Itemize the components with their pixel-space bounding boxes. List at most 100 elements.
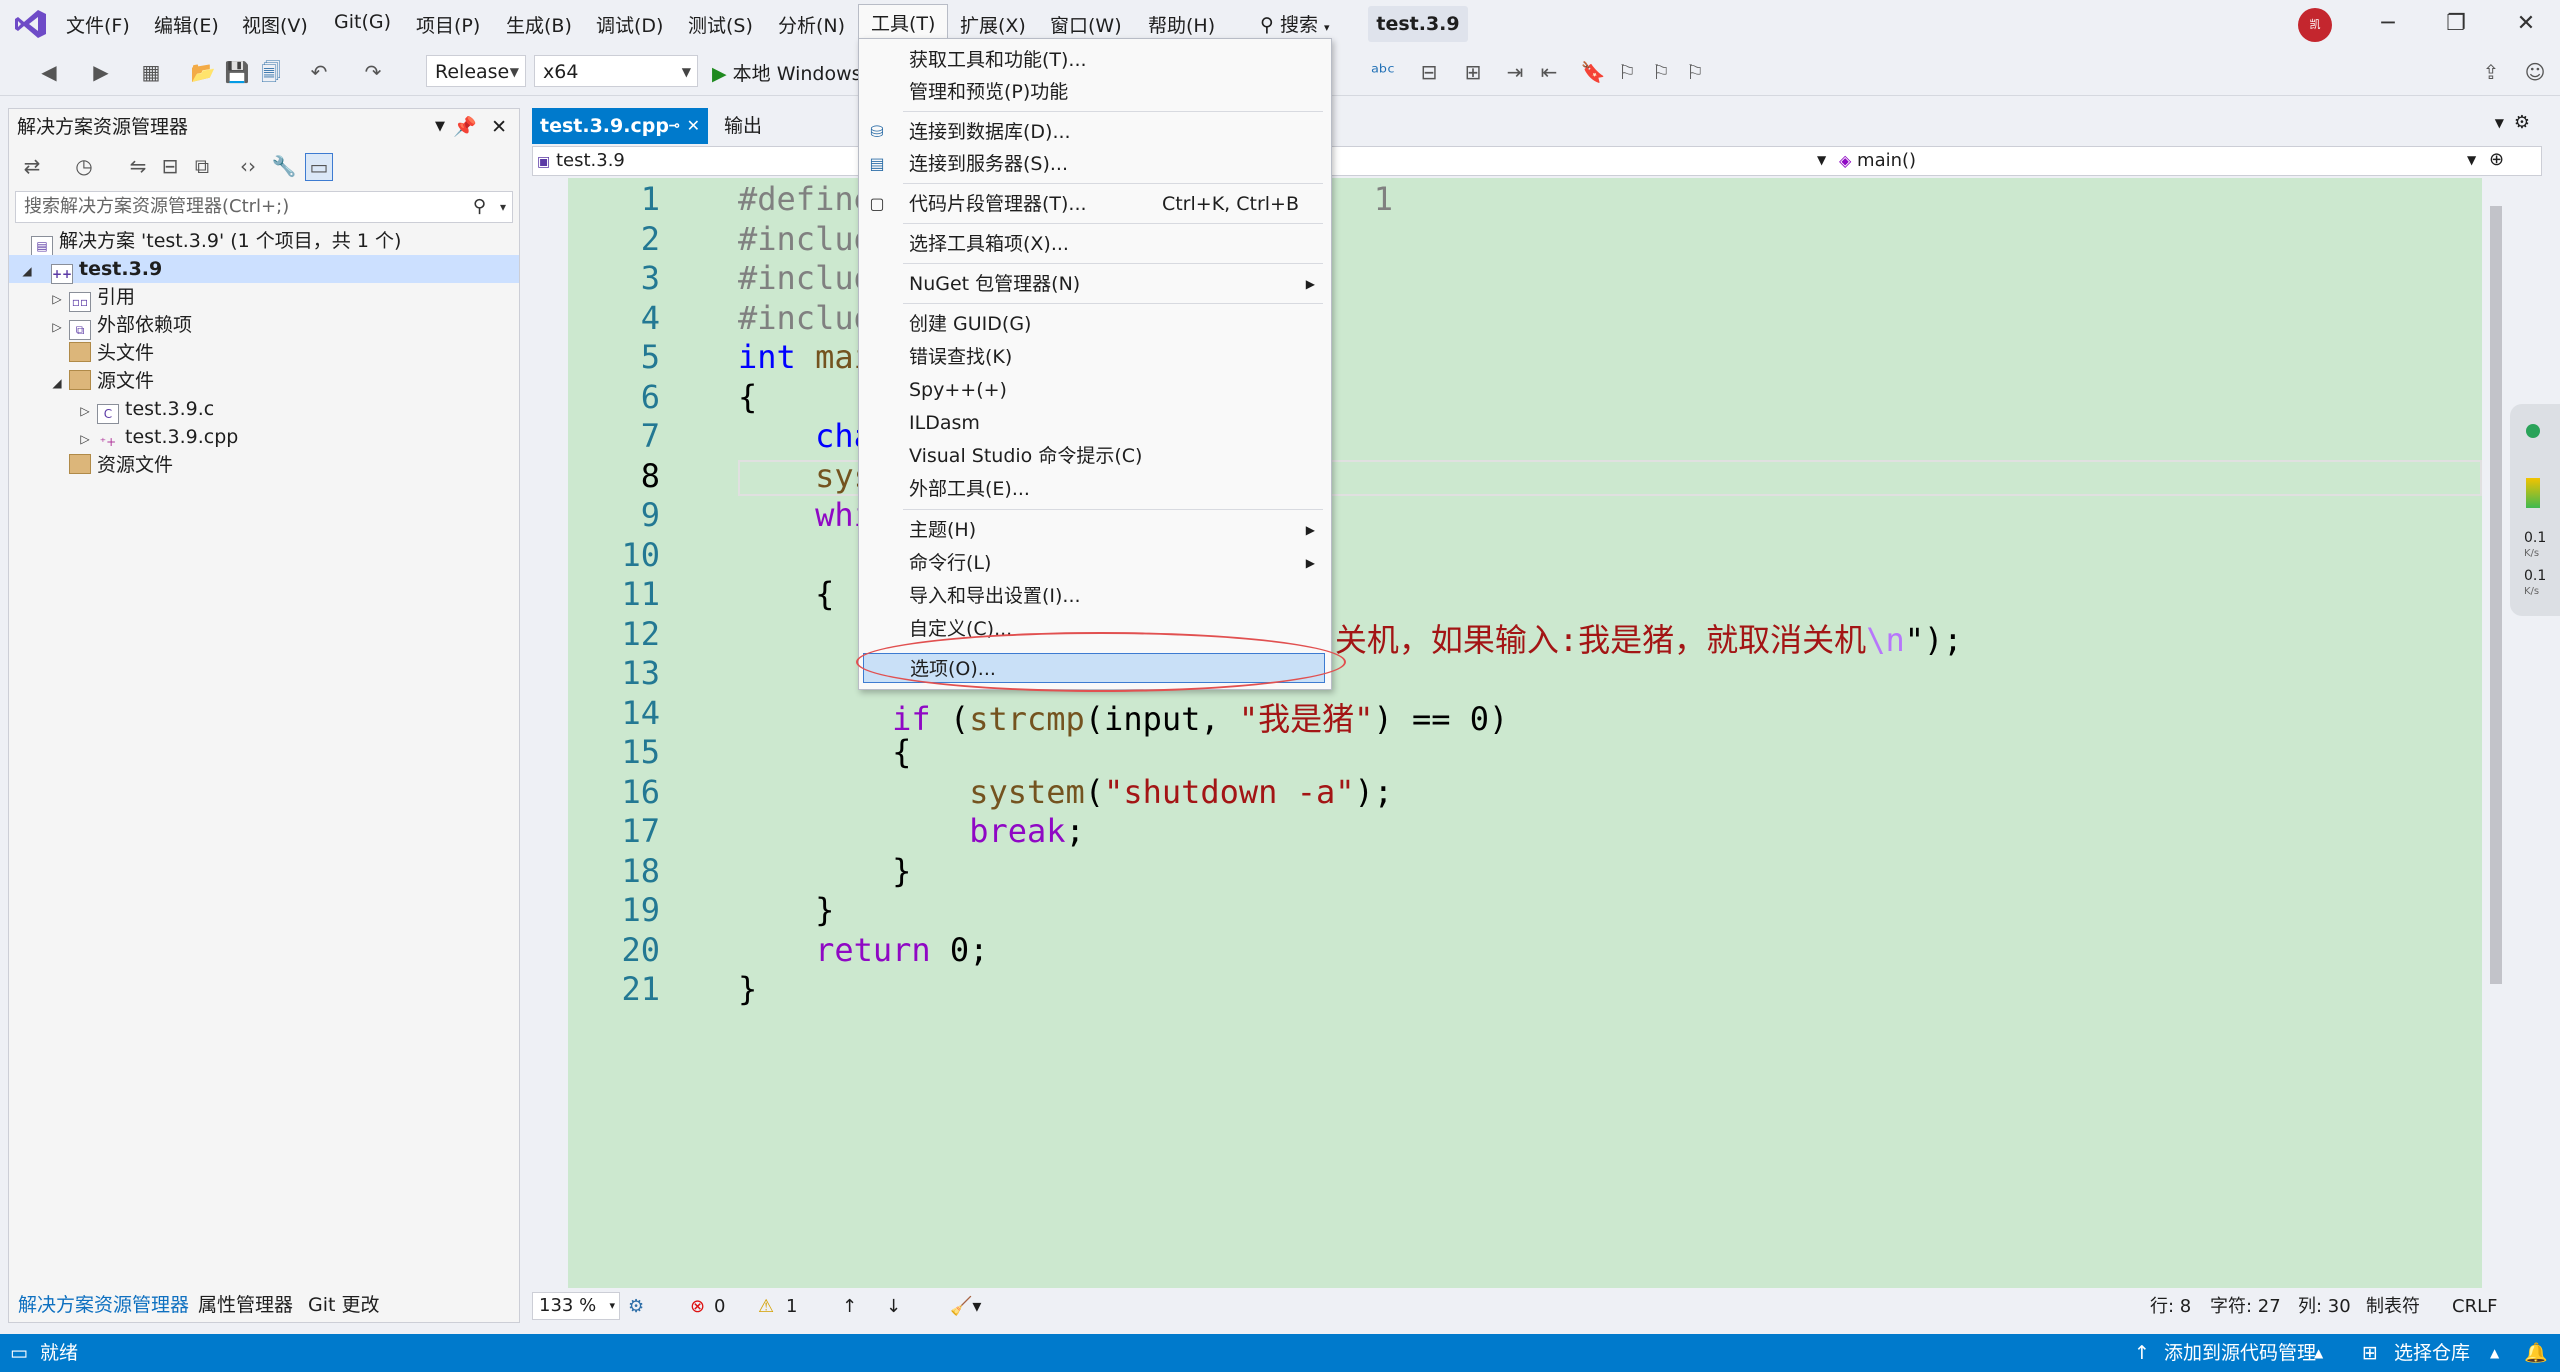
expanded-arrow-icon[interactable]: ◢ bbox=[49, 369, 65, 397]
menu-item-error-lookup[interactable]: 错误查找(K) bbox=[859, 342, 1329, 372]
menu-git[interactable]: Git(G) bbox=[334, 11, 391, 33]
tree-external-deps[interactable]: ▷ ⧉ 外部依赖项 bbox=[9, 311, 519, 341]
tree-file-c[interactable]: ▷ Ctest.3.9.c bbox=[9, 395, 519, 425]
pin-icon[interactable]: ⊸ bbox=[668, 108, 680, 144]
chevron-down-icon[interactable]: ▼ bbox=[2495, 116, 2504, 130]
arrow-up-icon[interactable]: ↑ bbox=[842, 1292, 857, 1322]
format-icon[interactable]: ⊟ bbox=[1416, 59, 1442, 85]
tree-references[interactable]: ▷ ▫▫ 引用 bbox=[9, 283, 519, 312]
collapsed-arrow-icon[interactable]: ▷ bbox=[49, 313, 65, 341]
tree-resource-files[interactable]: 资源文件 bbox=[9, 451, 519, 479]
scrollbar-thumb[interactable] bbox=[2490, 206, 2502, 984]
history-icon[interactable]: ◷ bbox=[71, 153, 97, 179]
collapse-all-icon[interactable]: ⊟ bbox=[157, 153, 183, 179]
tree-project[interactable]: ◢ ++ test.3.9 bbox=[9, 255, 519, 285]
tab-git-changes[interactable]: Git 更改 bbox=[308, 1290, 380, 1317]
collapsed-arrow-icon[interactable]: ▷ bbox=[77, 397, 93, 425]
gear-icon[interactable]: ⚙ bbox=[2514, 112, 2530, 133]
minimize-icon[interactable]: ─ bbox=[2368, 8, 2408, 40]
menu-item-get-tools[interactable]: 获取工具和功能(T)... bbox=[859, 45, 1329, 75]
format-icon[interactable]: ⊞ bbox=[1460, 59, 1486, 85]
redo-icon[interactable]: ↷ bbox=[360, 59, 386, 85]
eol-indicator[interactable]: CRLF bbox=[2452, 1292, 2497, 1322]
error-icon[interactable]: ⊗ bbox=[690, 1292, 705, 1322]
cleanup-icon[interactable]: 🧹▾ bbox=[950, 1292, 981, 1322]
close-icon[interactable]: ✕ bbox=[491, 109, 507, 145]
show-all-files-icon[interactable]: ⧉ bbox=[189, 153, 215, 179]
menu-tools[interactable]: 工具(T) bbox=[858, 4, 949, 42]
solution-search-input[interactable]: 搜索解决方案资源管理器(Ctrl+;) ⚲ ▾ bbox=[15, 191, 513, 223]
forward-icon[interactable]: ▶ bbox=[88, 59, 114, 85]
add-source-control-button[interactable]: 添加到源代码管理 bbox=[2164, 1334, 2316, 1372]
new-project-icon[interactable]: ▦ bbox=[138, 59, 164, 85]
run-button[interactable]: ▶ 本地 Windows bbox=[712, 59, 862, 86]
undo-icon[interactable]: ↶ bbox=[306, 59, 332, 85]
tab-test-cpp[interactable]: test.3.9.cpp ⊸ ✕ bbox=[532, 108, 708, 144]
code-icon[interactable]: ‹› bbox=[235, 153, 261, 179]
menu-item-connect-database[interactable]: ⛁ 连接到数据库(D)... bbox=[859, 117, 1329, 147]
feedback-icon[interactable]: ☺ bbox=[2522, 59, 2548, 85]
tree-source-files[interactable]: ◢ 源文件 bbox=[9, 367, 519, 395]
health-icon[interactable]: ⚙ bbox=[628, 1292, 644, 1322]
zoom-select[interactable]: 133 % ▾ bbox=[532, 1292, 620, 1320]
vertical-scrollbar[interactable] bbox=[2486, 178, 2506, 1288]
menu-help[interactable]: 帮助(H) bbox=[1148, 11, 1215, 38]
restore-icon[interactable]: ❐ bbox=[2436, 8, 2476, 40]
outdent-icon[interactable]: ⇤ bbox=[1536, 59, 1562, 85]
menu-edit[interactable]: 编辑(E) bbox=[154, 11, 219, 38]
chevron-down-icon[interactable]: ▼ bbox=[2467, 153, 2476, 167]
menu-item-connect-server[interactable]: ▤ 连接到服务器(S)... bbox=[859, 149, 1329, 179]
chevron-down-icon[interactable]: ▼ bbox=[435, 109, 445, 145]
clear-bookmark-icon[interactable]: ⚐ bbox=[1682, 59, 1708, 85]
configuration-select[interactable]: Release ▼ bbox=[426, 55, 526, 87]
select-repo-button[interactable]: 选择仓库 bbox=[2394, 1334, 2470, 1372]
open-folder-icon[interactable]: 📂 bbox=[190, 59, 216, 85]
collapsed-arrow-icon[interactable]: ▷ bbox=[77, 425, 93, 453]
close-icon[interactable]: ✕ bbox=[687, 108, 700, 144]
menu-item-external-tools[interactable]: 外部工具(E)... bbox=[859, 474, 1329, 504]
menu-item-snippet-manager[interactable]: ▢ 代码片段管理器(T)... Ctrl+K, Ctrl+B bbox=[859, 189, 1329, 219]
search-box[interactable]: ⚲ 搜索 ▾ bbox=[1260, 10, 1330, 37]
tree-header-files[interactable]: 头文件 bbox=[9, 339, 519, 367]
menu-item-command-line[interactable]: 命令行(L) ▶ bbox=[859, 548, 1329, 578]
avatar[interactable]: 凯 bbox=[2298, 8, 2332, 42]
notification-icon[interactable]: 🔔 bbox=[2524, 1334, 2548, 1372]
tab-solution-explorer[interactable]: 解决方案资源管理器 bbox=[18, 1290, 189, 1317]
bookmark-icon[interactable]: 🔖 bbox=[1580, 59, 1606, 85]
wrench-icon[interactable]: 🔧 bbox=[271, 153, 297, 179]
menu-analyze[interactable]: 分析(N) bbox=[778, 11, 845, 38]
save-icon[interactable]: 💾 bbox=[224, 59, 250, 85]
share-icon[interactable]: ⇪ bbox=[2478, 59, 2504, 85]
error-count[interactable]: 0 bbox=[714, 1292, 725, 1322]
arrow-down-icon[interactable]: ↓ bbox=[886, 1292, 901, 1322]
menu-item-toolbox-items[interactable]: 选择工具箱项(X)... bbox=[859, 229, 1329, 259]
switch-views-icon[interactable]: ⇄ bbox=[19, 153, 45, 179]
menu-item-ildasm[interactable]: ILDasm bbox=[859, 408, 1329, 438]
menu-build[interactable]: 生成(B) bbox=[506, 11, 572, 38]
expanded-arrow-icon[interactable]: ◢ bbox=[19, 257, 35, 285]
menu-project[interactable]: 项目(P) bbox=[416, 11, 480, 38]
menu-file[interactable]: 文件(F) bbox=[66, 11, 130, 38]
menu-window[interactable]: 窗口(W) bbox=[1050, 11, 1122, 38]
menu-item-theme[interactable]: 主题(H) ▶ bbox=[859, 515, 1329, 545]
menu-extensions[interactable]: 扩展(X) bbox=[960, 11, 1026, 38]
tree-file-cpp[interactable]: ▷ ⁺+ test.3.9.cpp bbox=[9, 423, 519, 451]
menu-item-manage-preview[interactable]: 管理和预览(P)功能 bbox=[859, 77, 1329, 107]
back-icon[interactable]: ◀ bbox=[36, 59, 62, 85]
sync-icon[interactable]: ⇋ bbox=[125, 153, 151, 179]
tabs-indicator[interactable]: 制表符 bbox=[2366, 1292, 2420, 1322]
platform-select[interactable]: x64 ▼ bbox=[534, 55, 698, 87]
tab-property-manager[interactable]: 属性管理器 bbox=[198, 1290, 293, 1317]
function-dropdown[interactable]: ◈ main() bbox=[1839, 147, 1916, 175]
menu-item-nuget[interactable]: NuGet 包管理器(N) ▶ bbox=[859, 269, 1329, 299]
warning-count[interactable]: 1 bbox=[786, 1292, 797, 1322]
menu-item-create-guid[interactable]: 创建 GUID(G) bbox=[859, 309, 1329, 339]
menu-item-spy[interactable]: Spy++(+) bbox=[859, 375, 1329, 405]
spell-check-icon[interactable]: ᵃᵇᶜ bbox=[1370, 59, 1396, 85]
preview-icon[interactable]: ▭ bbox=[305, 153, 333, 181]
indent-icon[interactable]: ⇥ bbox=[1502, 59, 1528, 85]
warning-icon[interactable]: ⚠ bbox=[758, 1292, 774, 1322]
menu-item-vs-command-prompt[interactable]: Visual Studio 命令提示(C) bbox=[859, 441, 1329, 471]
next-bookmark-icon[interactable]: ⚐ bbox=[1648, 59, 1674, 85]
project-dropdown[interactable]: ▣ test.3.9 bbox=[537, 147, 625, 176]
